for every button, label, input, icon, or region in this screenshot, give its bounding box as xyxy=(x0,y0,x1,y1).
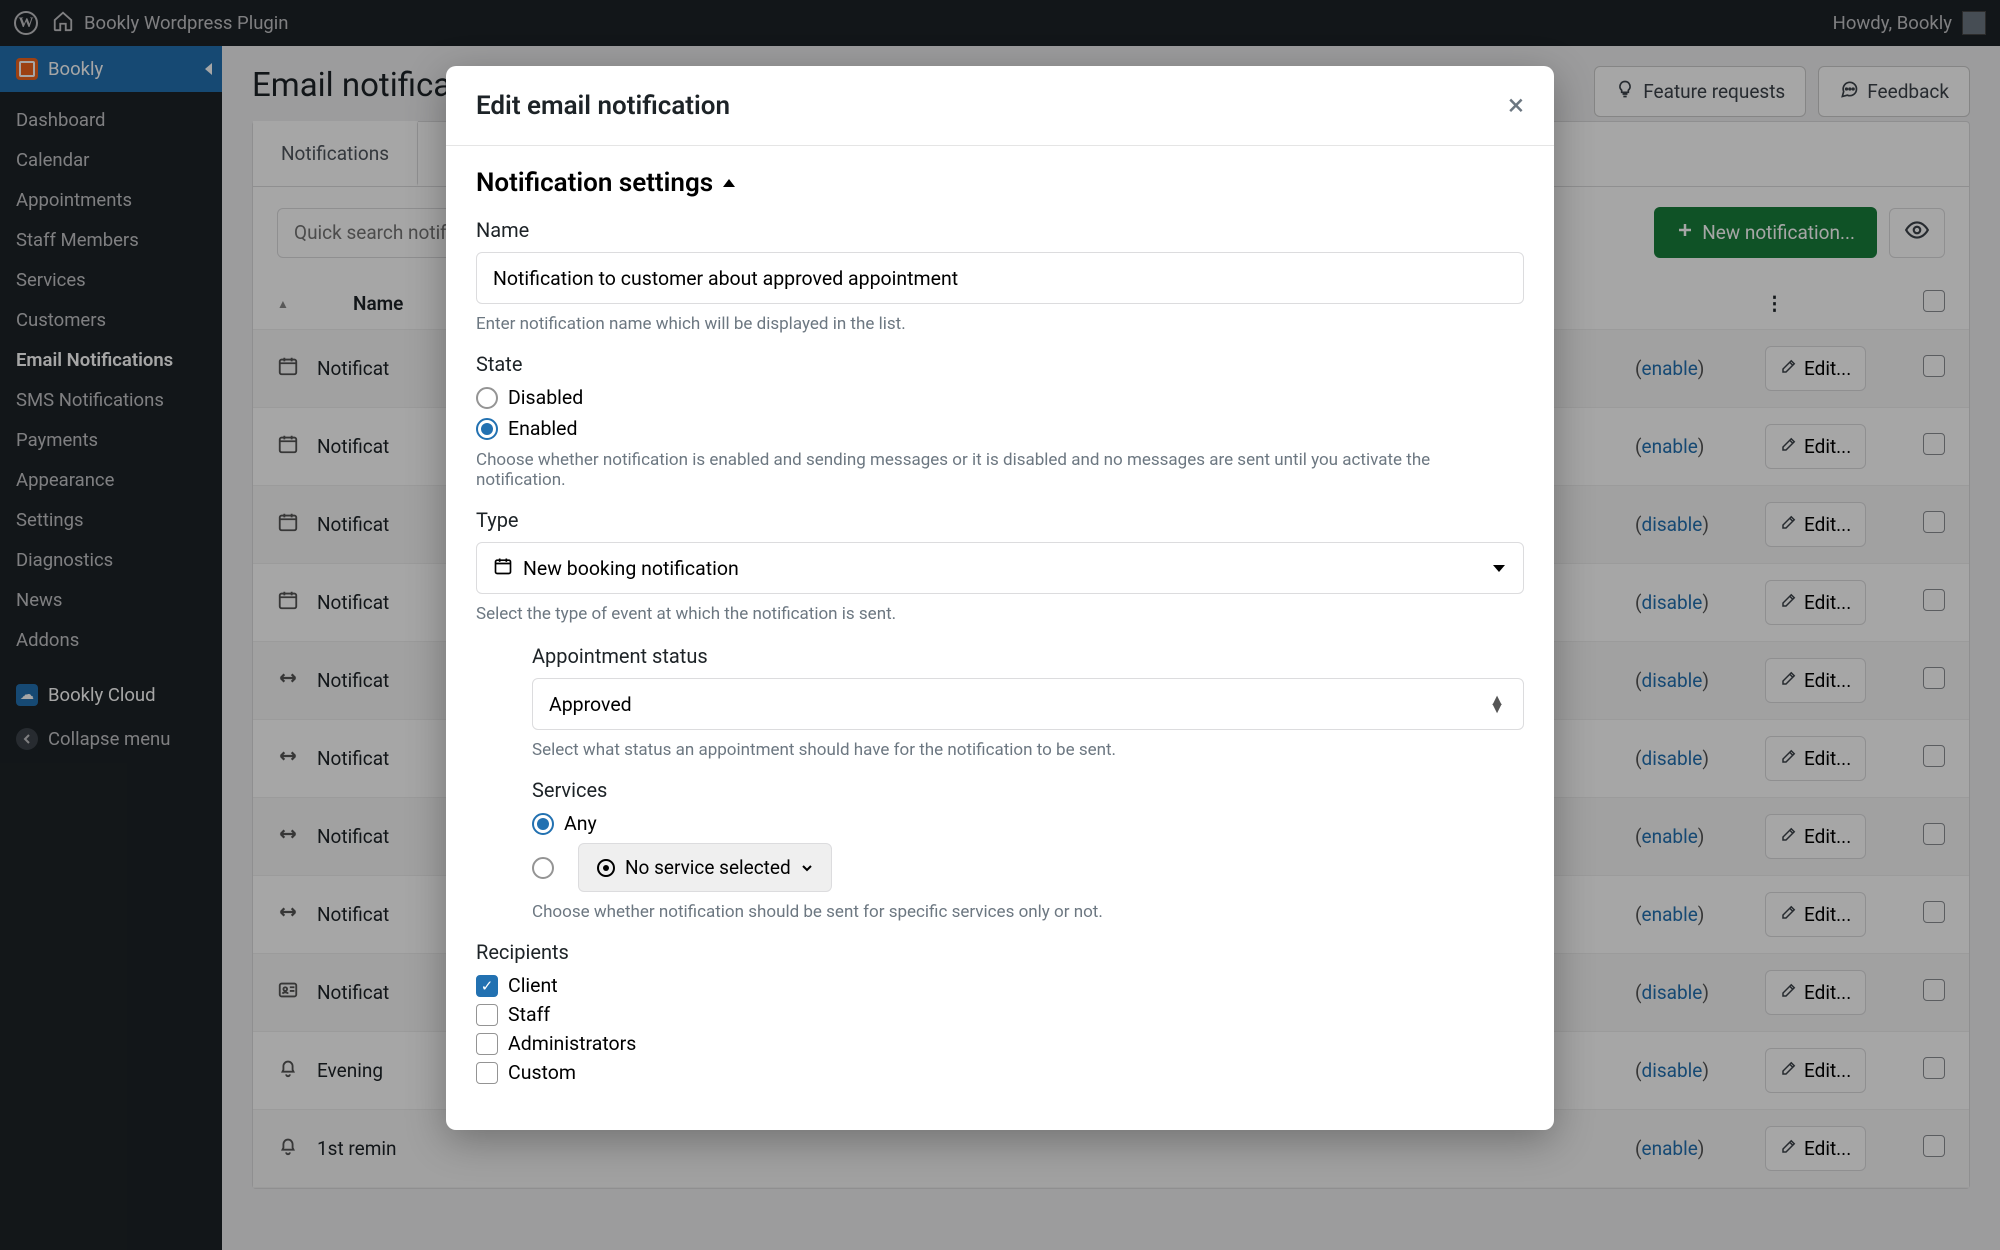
name-label: Name xyxy=(476,218,1524,242)
modal-header: Edit email notification × xyxy=(446,66,1554,146)
type-select[interactable]: New booking notification xyxy=(476,542,1524,594)
services-specific-radio[interactable]: No service selected xyxy=(532,843,1524,892)
checkbox-checked-icon: ✓ xyxy=(476,975,498,997)
appt-status-label: Appointment status xyxy=(532,644,1524,668)
chevron-down-icon xyxy=(1493,565,1505,572)
recipient-staff-checkbox[interactable]: Staff xyxy=(476,1003,1524,1026)
services-label: Services xyxy=(532,778,1524,802)
modal-title: Edit email notification xyxy=(476,91,730,121)
recipients-label: Recipients xyxy=(476,940,1524,964)
name-input[interactable] xyxy=(476,252,1524,304)
service-select-button[interactable]: No service selected xyxy=(578,843,832,892)
sort-icon: ▲▼ xyxy=(1489,696,1505,712)
edit-notification-modal: Edit email notification × Notification s… xyxy=(446,66,1554,1130)
type-hint: Select the type of event at which the no… xyxy=(476,604,1524,624)
checkbox-icon xyxy=(476,1033,498,1055)
type-label: Type xyxy=(476,508,1524,532)
state-enabled-radio[interactable]: Enabled xyxy=(476,417,1524,440)
section-notification-settings[interactable]: Notification settings xyxy=(476,168,1524,198)
chevron-down-icon xyxy=(801,856,813,879)
services-hint: Choose whether notification should be se… xyxy=(532,902,1524,922)
state-disabled-radio[interactable]: Disabled xyxy=(476,386,1524,409)
calendar-icon xyxy=(493,556,513,581)
modal-body: Notification settings Name Enter notific… xyxy=(446,146,1554,1130)
target-icon xyxy=(597,859,615,877)
state-label: State xyxy=(476,352,1524,376)
recipient-client-checkbox[interactable]: ✓ Client xyxy=(476,974,1524,997)
checkbox-icon xyxy=(476,1004,498,1026)
name-hint: Enter notification name which will be di… xyxy=(476,314,1524,334)
caret-up-icon xyxy=(723,179,735,187)
checkbox-icon xyxy=(476,1062,498,1084)
close-icon[interactable]: × xyxy=(1508,88,1524,123)
radio-checked-icon xyxy=(532,813,554,835)
appt-status-select[interactable]: Approved ▲▼ xyxy=(532,678,1524,730)
state-hint: Choose whether notification is enabled a… xyxy=(476,450,1524,490)
radio-checked-icon xyxy=(476,418,498,440)
appt-status-hint: Select what status an appointment should… xyxy=(532,740,1524,760)
services-any-radio[interactable]: Any xyxy=(532,812,1524,835)
radio-icon xyxy=(476,387,498,409)
recipient-admins-checkbox[interactable]: Administrators xyxy=(476,1032,1524,1055)
radio-icon xyxy=(532,857,554,879)
recipient-custom-checkbox[interactable]: Custom xyxy=(476,1061,1524,1084)
